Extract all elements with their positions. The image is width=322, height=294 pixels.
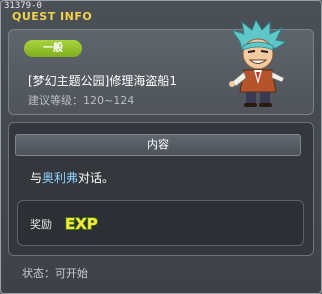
recommended-level-label: 建议等级： — [28, 94, 83, 107]
reward-panel — [17, 200, 304, 246]
npc-name-link[interactable]: 奥利弗 — [42, 171, 78, 185]
quest-status: 状态：可开始 — [22, 267, 88, 280]
objective-suffix: 对话。 — [78, 171, 115, 185]
category-badge: 一般 — [24, 40, 82, 57]
npc-portrait-icon — [229, 20, 288, 107]
quest-objective: 与奥利弗对话。 — [30, 169, 114, 186]
objective-prefix: 与 — [30, 171, 43, 185]
quest-title: [梦幻主题公园]修理海盗船1 — [28, 74, 177, 88]
exp-icon: EXP — [64, 214, 98, 233]
reward-label: 奖励 — [30, 218, 52, 231]
recommended-level-range: 120~124 — [83, 94, 135, 107]
recommended-level: 建议等级：120~124 — [28, 92, 134, 108]
window-title: QUEST INFO — [12, 10, 93, 23]
exp-icon-text: EXP — [65, 215, 98, 233]
content-header: 内容 — [15, 134, 301, 156]
